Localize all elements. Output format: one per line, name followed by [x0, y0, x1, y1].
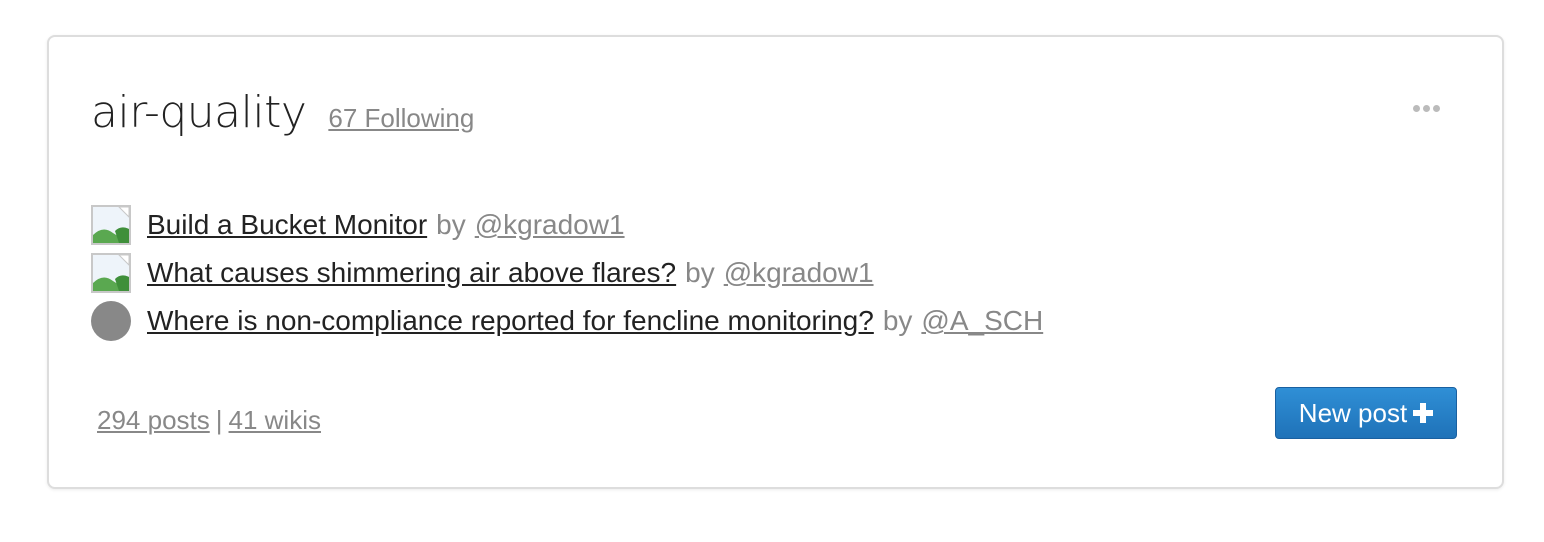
post-title-link[interactable]: Build a Bucket Monitor — [147, 209, 427, 241]
by-label: by — [436, 209, 466, 240]
dot — [1413, 105, 1420, 112]
tag-header: air-quality 67 Following — [91, 87, 474, 138]
following-link[interactable]: 67 Following — [328, 103, 474, 134]
posts-count-link[interactable]: 294 posts — [97, 405, 210, 435]
more-dots-icon[interactable] — [1413, 105, 1440, 112]
default-avatar — [91, 301, 131, 341]
tag-card: air-quality 67 Following Build a Bucket … — [47, 35, 1504, 489]
plus-icon — [1413, 403, 1434, 423]
wikis-count-link[interactable]: 41 wikis — [229, 405, 321, 435]
dot — [1423, 105, 1430, 112]
tag-title: air-quality — [91, 87, 307, 138]
tag-stats: 294 posts | 41 wikis — [97, 405, 321, 436]
author-link[interactable]: @kgradow1 — [475, 209, 625, 241]
broken-image-icon — [91, 253, 131, 293]
post-list: Build a Bucket Monitor by @kgradow1 What… — [91, 201, 1043, 345]
list-item: Build a Bucket Monitor by @kgradow1 — [91, 201, 1043, 249]
post-title-link[interactable]: What causes shimmering air above flares? — [147, 257, 676, 289]
dot — [1433, 105, 1440, 112]
list-item: Where is non-compliance reported for fen… — [91, 297, 1043, 345]
new-post-label: New post — [1298, 397, 1408, 428]
by-label: by — [882, 305, 913, 336]
author-link[interactable]: @A_SCH — [921, 305, 1043, 337]
by-label: by — [685, 257, 715, 288]
new-post-button[interactable]: New post — [1275, 387, 1457, 439]
post-title-link[interactable]: Where is non-compliance reported for fen… — [147, 305, 874, 337]
list-item: What causes shimmering air above flares?… — [91, 249, 1043, 297]
separator: | — [215, 405, 223, 435]
broken-image-icon — [91, 205, 131, 245]
author-link[interactable]: @kgradow1 — [724, 257, 874, 289]
